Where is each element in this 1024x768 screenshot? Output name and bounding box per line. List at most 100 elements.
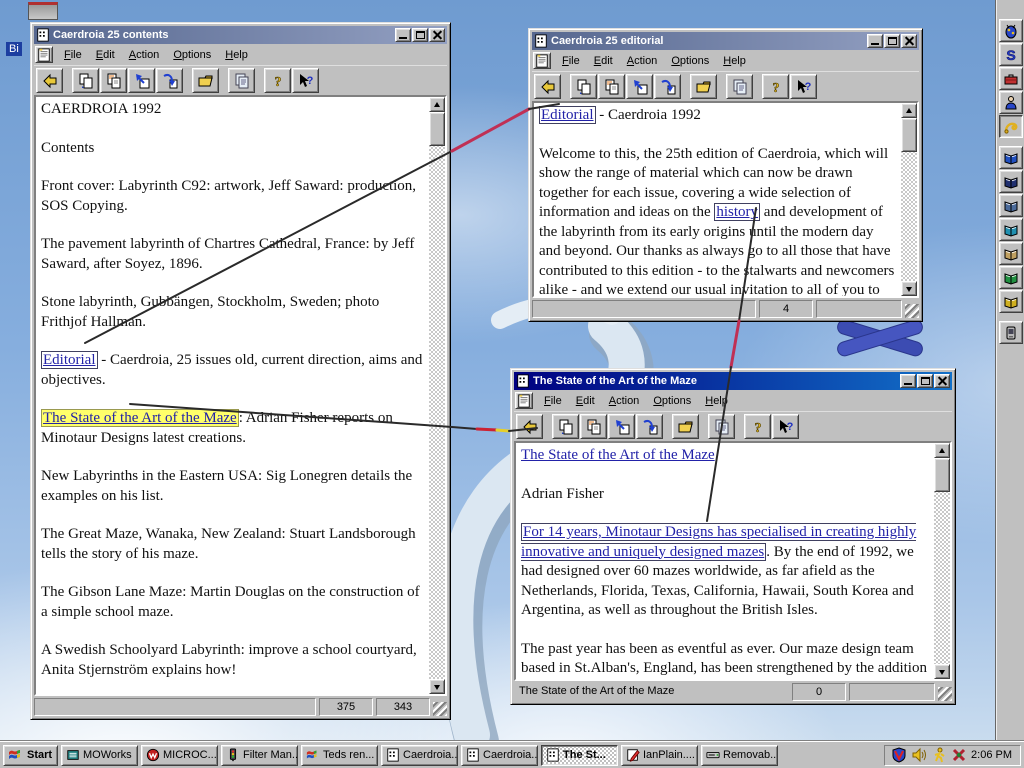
book-green-icon[interactable] — [998, 266, 1023, 289]
scroll-down-icon[interactable] — [901, 281, 917, 296]
menu-edit[interactable]: Edit — [89, 46, 122, 63]
menu-help[interactable]: Help — [716, 52, 753, 69]
minimize-button[interactable] — [900, 374, 916, 388]
menu-action[interactable]: Action — [620, 52, 665, 69]
titlebar-contents[interactable]: Caerdroia 25 contents — [34, 26, 447, 44]
desktop-icon-label[interactable]: Bi — [6, 42, 22, 56]
flower-icon[interactable] — [951, 747, 967, 763]
minimize-button[interactable] — [867, 34, 883, 48]
menu-file[interactable]: File — [57, 46, 89, 63]
memo-icon[interactable] — [35, 46, 53, 63]
scroll-down-icon[interactable] — [934, 664, 950, 679]
taskbar-button-caerdroia-editorial[interactable]: Caerdroia... — [461, 744, 538, 766]
maximize-button[interactable] — [412, 28, 428, 42]
maximize-button[interactable] — [884, 34, 900, 48]
book-cyan-icon[interactable] — [998, 218, 1023, 241]
history-link[interactable]: history — [714, 203, 761, 221]
menu-options[interactable]: Options — [166, 46, 218, 63]
close-button[interactable] — [934, 374, 950, 388]
menu-file[interactable]: File — [537, 392, 569, 409]
copy-page-icon[interactable] — [72, 68, 99, 93]
book-blue-icon[interactable] — [998, 146, 1023, 169]
book-yellow-icon[interactable] — [998, 290, 1023, 313]
scroll-up-icon[interactable] — [429, 97, 445, 112]
copy-icon[interactable] — [726, 74, 753, 99]
context-help-icon[interactable] — [772, 414, 799, 439]
toolbox-icon[interactable] — [998, 67, 1023, 90]
book-navy-icon[interactable] — [998, 170, 1023, 193]
menu-help[interactable]: Help — [218, 46, 255, 63]
editorial-link[interactable]: Editorial — [41, 351, 98, 369]
maximize-button[interactable] — [917, 374, 933, 388]
walker-icon[interactable] — [931, 747, 947, 763]
editorial-link[interactable]: Editorial — [539, 106, 596, 124]
taskbar-button-state-of-art[interactable]: The St... — [541, 744, 618, 766]
resize-grip[interactable] — [433, 702, 447, 716]
open-folder-icon[interactable] — [690, 74, 717, 99]
close-button[interactable] — [429, 28, 445, 42]
context-help-icon[interactable] — [292, 68, 319, 93]
book-tan-icon[interactable] — [998, 242, 1023, 265]
memo-icon[interactable] — [533, 52, 551, 69]
help-icon[interactable] — [264, 68, 291, 93]
titlebar-state[interactable]: The State of the Art of the Maze — [514, 372, 952, 390]
link-in-icon[interactable] — [156, 68, 183, 93]
copy-page-icon[interactable] — [570, 74, 597, 99]
state-title-link[interactable]: The State of the Art of the Maze — [521, 447, 715, 463]
book-steel-icon[interactable] — [998, 194, 1023, 217]
taskbar-button-filter-manager[interactable]: Filter Man... — [221, 744, 298, 766]
handheld-icon[interactable] — [998, 321, 1023, 344]
paste-page-icon[interactable] — [598, 74, 625, 99]
menu-edit[interactable]: Edit — [569, 392, 602, 409]
taskbar-button-caerdroia-contents[interactable]: Caerdroia... — [381, 744, 458, 766]
vertical-scrollbar[interactable] — [901, 103, 917, 296]
resize-grip[interactable] — [905, 304, 919, 318]
menu-options[interactable]: Options — [664, 52, 716, 69]
open-folder-icon[interactable] — [672, 414, 699, 439]
minimize-button[interactable] — [395, 28, 411, 42]
link-out-icon[interactable] — [128, 68, 155, 93]
taskbar-button-moworks[interactable]: MOWorks — [61, 744, 138, 766]
menu-help[interactable]: Help — [698, 392, 735, 409]
close-button[interactable] — [901, 34, 917, 48]
paste-page-icon[interactable] — [580, 414, 607, 439]
start-button[interactable]: Start — [3, 744, 58, 766]
link-in-icon[interactable] — [654, 74, 681, 99]
back-icon[interactable] — [534, 74, 561, 99]
bug-icon[interactable] — [998, 19, 1023, 42]
s-logo-icon[interactable] — [998, 43, 1023, 66]
taskbar-button-teds[interactable]: Teds ren... — [301, 744, 378, 766]
taskbar-button-microc[interactable]: MICROC... — [141, 744, 218, 766]
context-help-icon[interactable] — [790, 74, 817, 99]
link-out-icon[interactable] — [626, 74, 653, 99]
copy-page-icon[interactable] — [552, 414, 579, 439]
state-of-art-link[interactable]: The State of the Art of the Maze — [41, 409, 239, 427]
person-icon[interactable] — [998, 91, 1023, 114]
scroll-up-icon[interactable] — [901, 103, 917, 118]
hook-icon[interactable] — [998, 115, 1023, 138]
volume-icon[interactable] — [911, 747, 927, 763]
menu-file[interactable]: File — [555, 52, 587, 69]
vertical-scrollbar[interactable] — [934, 443, 950, 679]
back-icon[interactable] — [36, 68, 63, 93]
menu-action[interactable]: Action — [602, 392, 647, 409]
titlebar-editorial[interactable]: Caerdroia 25 editorial — [532, 32, 919, 50]
paste-page-icon[interactable] — [100, 68, 127, 93]
taskbar-button-removable[interactable]: Removab... — [701, 744, 778, 766]
menu-action[interactable]: Action — [122, 46, 167, 63]
memo-icon[interactable] — [515, 392, 533, 409]
scroll-down-icon[interactable] — [429, 679, 445, 694]
menu-edit[interactable]: Edit — [587, 52, 620, 69]
link-out-icon[interactable] — [608, 414, 635, 439]
resize-grip[interactable] — [938, 687, 952, 701]
vertical-scrollbar[interactable] — [429, 97, 445, 694]
copy-icon[interactable] — [228, 68, 255, 93]
scroll-up-icon[interactable] — [934, 443, 950, 458]
scroll-thumb[interactable] — [901, 118, 917, 152]
copy-icon[interactable] — [708, 414, 735, 439]
help-icon[interactable] — [744, 414, 771, 439]
help-icon[interactable] — [762, 74, 789, 99]
scroll-thumb[interactable] — [429, 112, 445, 146]
back-icon[interactable] — [516, 414, 543, 439]
vshield-icon[interactable] — [891, 747, 907, 763]
